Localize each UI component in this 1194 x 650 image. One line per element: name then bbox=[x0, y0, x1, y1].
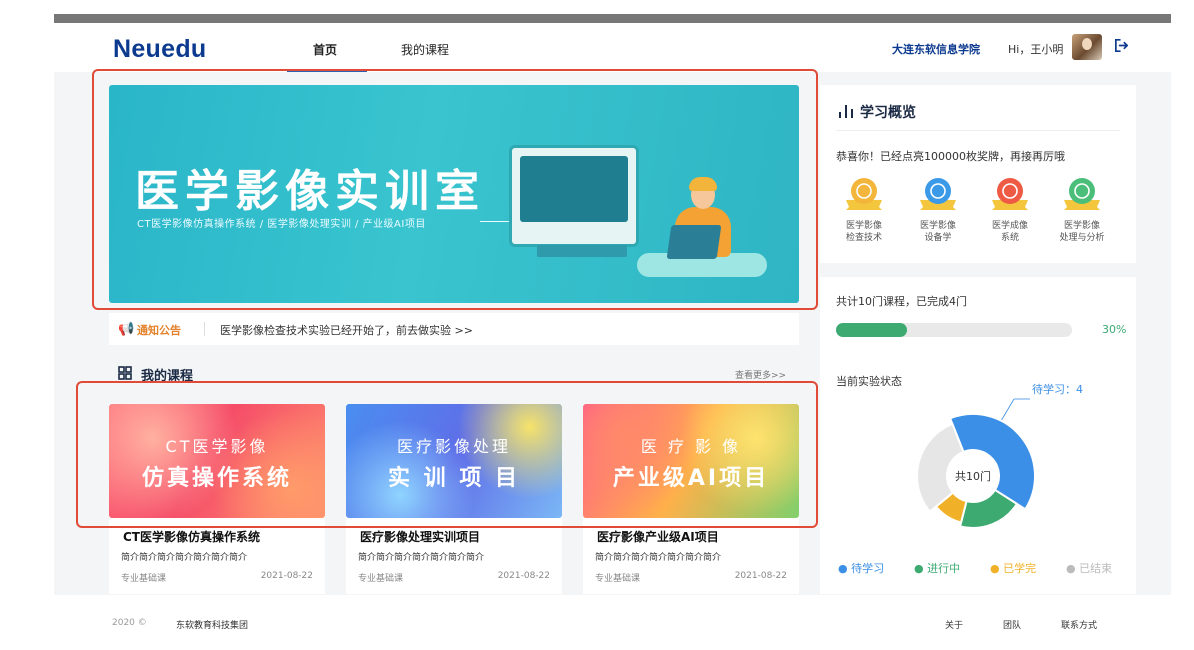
legend-item-to-learn: ● 待学习 bbox=[838, 562, 885, 575]
course-date: 2021-08-22 bbox=[260, 571, 313, 581]
medal-item[interactable]: 医学影像 检查技术 bbox=[834, 176, 894, 244]
progress-percent: 30% bbox=[1102, 323, 1127, 336]
medal-item[interactable]: 医学影像 设备学 bbox=[908, 176, 968, 244]
footer-link-about[interactable]: 关于 bbox=[945, 618, 963, 631]
medal-label-line1: 医学影像 bbox=[919, 221, 956, 231]
school-name[interactable]: 大连东软信息学院 bbox=[892, 41, 980, 57]
learning-overview-panel: 学习概览 恭喜你！已经点亮100000枚奖牌，再接再厉哦 医学影像检查技术 医学… bbox=[820, 85, 1136, 263]
congrats-text: 恭喜你！已经点亮100000枚奖牌，再接再厉哦 bbox=[836, 150, 1065, 163]
course-title[interactable]: CT医学影像仿真操作系统 bbox=[123, 528, 260, 545]
footer-link-team[interactable]: 团队 bbox=[1003, 618, 1021, 631]
course-desc: 简介简介简介简介简介简介简介 bbox=[121, 553, 248, 563]
legend-item-in-progress: ● 进行中 bbox=[914, 562, 961, 575]
notice-divider bbox=[204, 322, 205, 336]
progress-text: 共计10门课程，已完成4门 bbox=[836, 295, 967, 308]
medal-icon bbox=[992, 178, 1028, 210]
course-type: 专业基础课 bbox=[358, 574, 404, 584]
highlight-box-courses bbox=[76, 381, 818, 528]
footer-link-contact[interactable]: 联系方式 bbox=[1061, 618, 1097, 631]
medal-label-line1: 医学成像 bbox=[991, 221, 1028, 231]
notice-label: 通知公告 bbox=[137, 324, 181, 337]
course-desc: 简介简介简介简介简介简介简介 bbox=[358, 553, 485, 563]
medal-label-line2: 处理与分析 bbox=[1059, 233, 1105, 243]
experiment-donut-chart: 待学习：4 共10门 bbox=[916, 382, 1083, 529]
logo[interactable]: Neuedu bbox=[113, 35, 206, 64]
footer-company: 东软教育科技集团 bbox=[176, 621, 249, 631]
medal-icon bbox=[920, 178, 956, 210]
medal-label-line2: 检查技术 bbox=[845, 233, 882, 243]
header: Neuedu 首页 我的课程 大连东软信息学院 Hi，王小明 bbox=[54, 23, 1171, 72]
bar-chart-icon bbox=[839, 105, 853, 118]
legend-item-ended: ● 已结束 bbox=[1066, 562, 1113, 575]
medal-icon bbox=[846, 178, 882, 210]
overview-title: 学习概览 bbox=[860, 105, 916, 121]
user-greeting: Hi，王小明 bbox=[1008, 43, 1064, 56]
highlight-box-banner bbox=[92, 69, 818, 310]
notice-bar[interactable]: 📢 通知公告 医学影像检查技术实验已经开始了，前去做实验 >> bbox=[109, 313, 799, 345]
course-date: 2021-08-22 bbox=[497, 571, 550, 581]
nav-my-courses[interactable]: 我的课程 bbox=[401, 41, 449, 58]
overview-divider bbox=[836, 130, 1120, 131]
course-title[interactable]: 医疗影像处理实训项目 bbox=[360, 528, 480, 545]
notice-text[interactable]: 医学影像检查技术实验已经开始了，前去做实验 >> bbox=[220, 322, 473, 338]
course-title[interactable]: 医疗影像产业级AI项目 bbox=[597, 528, 719, 545]
medal-label-line2: 系统 bbox=[1000, 233, 1019, 243]
announcement-icon: 📢 bbox=[118, 322, 135, 337]
window-top-strip bbox=[54, 14, 1171, 23]
course-desc: 简介简介简介简介简介简介简介 bbox=[595, 553, 722, 563]
progress-bar bbox=[836, 323, 1072, 337]
avatar[interactable] bbox=[1072, 34, 1102, 60]
medal-item[interactable]: 医学影像 处理与分析 bbox=[1052, 176, 1112, 244]
medal-label-line1: 医学影像 bbox=[845, 221, 882, 231]
logout-icon[interactable] bbox=[1113, 37, 1130, 54]
medal-icon bbox=[1064, 178, 1100, 210]
course-date: 2021-08-22 bbox=[734, 571, 787, 581]
footer-copyright: 2020 © bbox=[112, 618, 147, 628]
view-more-link[interactable]: 查看更多>> bbox=[735, 368, 786, 381]
course-type: 专业基础课 bbox=[121, 574, 167, 584]
course-type: 专业基础课 bbox=[595, 574, 641, 584]
legend-item-completed: ● 已学完 bbox=[990, 562, 1037, 575]
donut-center-label: 共10门 bbox=[955, 469, 991, 483]
progress-panel: 共计10门课程，已完成4门 30% 当前实验状态 待学习：4 共10门 ● 待学… bbox=[820, 277, 1136, 594]
nav-home[interactable]: 首页 bbox=[313, 41, 337, 58]
medal-label-line1: 医学影像 bbox=[1063, 221, 1100, 231]
medal-label-line2: 设备学 bbox=[924, 233, 952, 243]
donut-callout-label: 待学习：4 bbox=[1032, 382, 1083, 396]
grid-icon bbox=[118, 366, 132, 380]
medal-item[interactable]: 医学成像 系统 bbox=[980, 176, 1040, 244]
progress-bar-fill bbox=[836, 323, 907, 337]
